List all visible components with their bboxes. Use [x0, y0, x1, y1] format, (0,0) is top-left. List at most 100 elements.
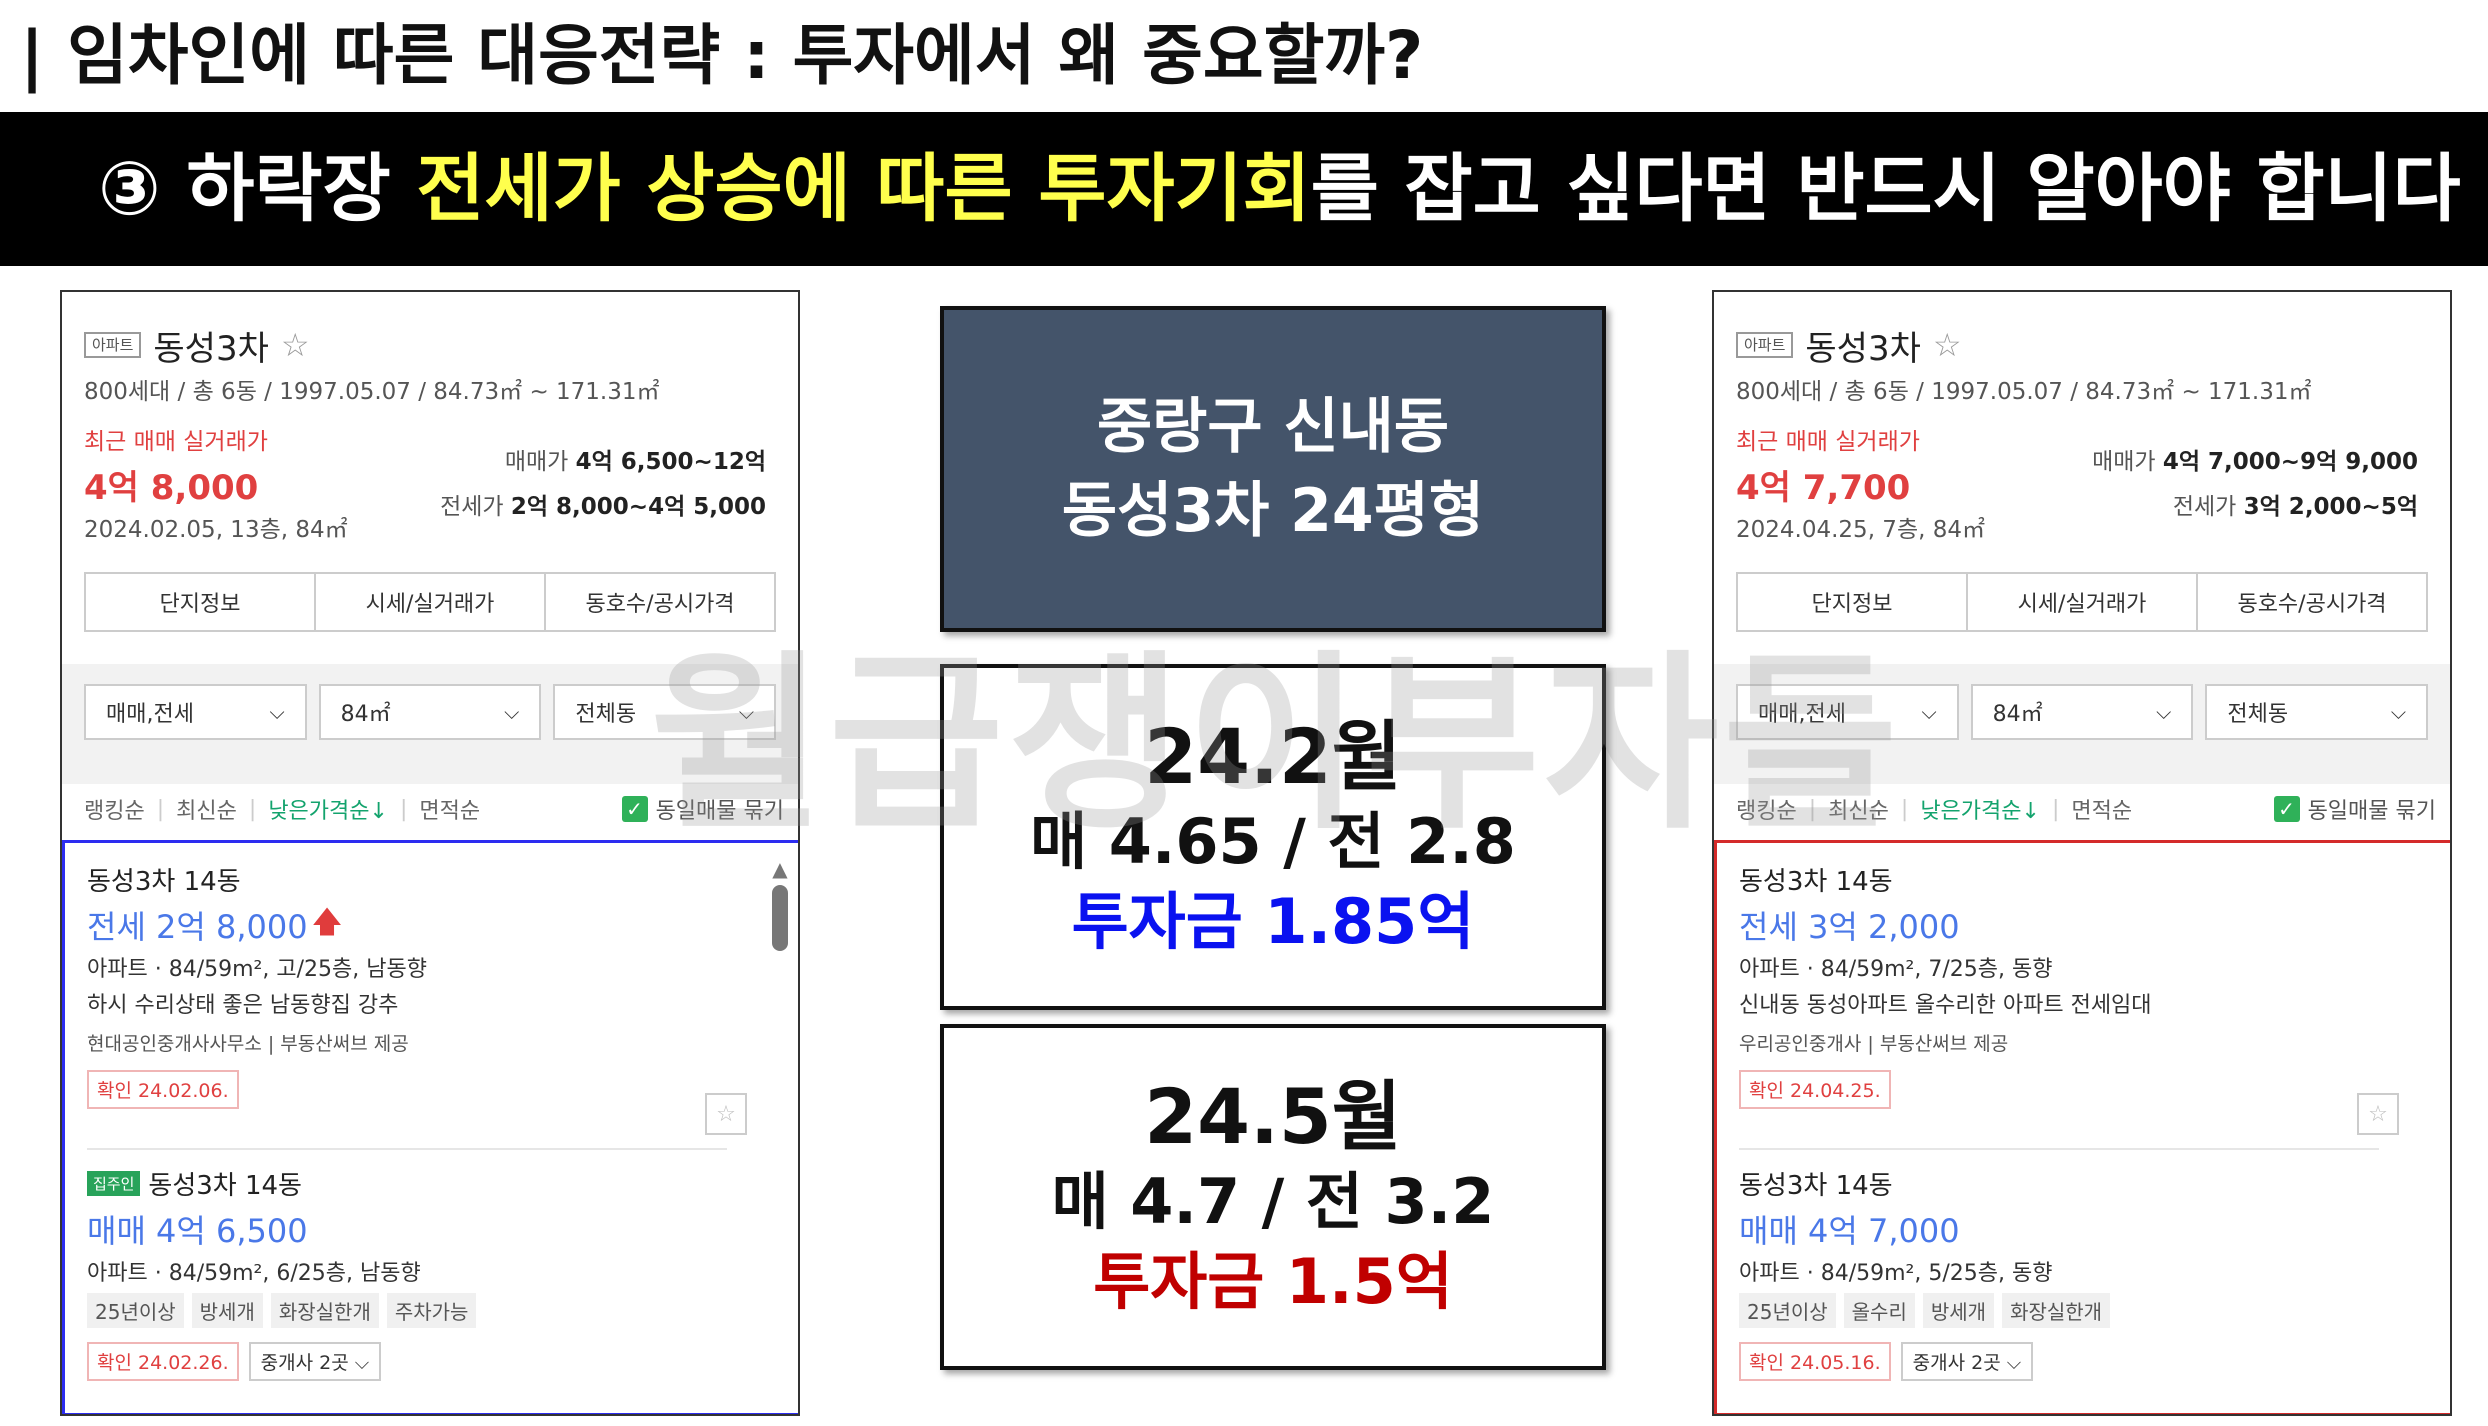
listing-detail: 아파트 · 84/59m², 6/25층, 남동향 — [87, 1261, 421, 1286]
sale-range-value: 4억 7,000~9억 9,000 — [2162, 449, 2418, 475]
building-value: 전체동 — [575, 702, 637, 727]
trade-type-select[interactable]: 매매,전세 ⌵ — [84, 684, 307, 740]
sort-latest[interactable]: 최신순 — [176, 793, 237, 825]
listing-price: 매매 4억 7,000 — [1739, 1212, 1960, 1250]
complex-name: 동성3차 — [1805, 328, 1921, 369]
lease-price-range: 전세가 3억 2,000~5억 — [2173, 487, 2418, 521]
group-same-listings[interactable]: ✓ 동일매물 묶기 — [621, 793, 784, 825]
banner-suffix: 를 잡고 싶다면 반드시 알아야 합니다 — [1310, 146, 2461, 232]
group-same-listings[interactable]: ✓ 동일매물 묶기 — [2273, 793, 2436, 825]
sale-label: 매매가 — [2092, 449, 2156, 475]
listing-detail: 아파트 · 84/59m², 7/25층, 동향 — [1739, 957, 2053, 982]
tab-market-price[interactable]: 시세/실거래가 — [316, 574, 546, 630]
trade-type-select[interactable]: 매매,전세 ⌵ — [1736, 684, 1959, 740]
star-icon[interactable]: ☆ — [705, 1093, 747, 1135]
sale-label: 매매가 — [504, 449, 569, 475]
lease-range-value: 3억 2,000~5억 — [2243, 494, 2418, 520]
list-item[interactable]: 동성3차 14동 전세 3억 2,000 아파트 · 84/59m², 7/25… — [1739, 861, 2399, 1135]
sort-separator: | — [156, 796, 165, 822]
confirm-date: 확인 24.04.25. — [1739, 1070, 1891, 1109]
sale-price-range: 매매가 4억 7,000~9억 9,000 — [2092, 442, 2418, 476]
chevron-down-icon: ⌵ — [2390, 700, 2407, 724]
listing-description: 하시 수리상태 좋은 남동향집 강추 — [87, 993, 399, 1018]
sort-area[interactable]: 면적순 — [419, 793, 480, 825]
tab-unit-public-price[interactable]: 동호수/공시가격 — [2198, 574, 2426, 630]
building-select[interactable]: 전체동 ⌵ — [553, 684, 777, 740]
building-select[interactable]: 전체동 ⌵ — [2205, 684, 2429, 740]
apartment-tag: 아파트 — [84, 332, 142, 358]
complex-tabs: 단지정보 시세/실거래가 동호수/공시가격 — [1736, 572, 2428, 632]
star-icon[interactable]: ☆ — [1933, 326, 1962, 364]
sort-low-price[interactable]: 낮은가격순↓ — [1920, 793, 2040, 825]
sort-separator: | — [248, 796, 257, 822]
agents-dropdown[interactable]: 중개사 2곳 ⌵ — [248, 1342, 382, 1381]
feature-chip: 방세개 — [191, 1293, 263, 1328]
listing-list: ▲ 동성3차 14동 전세 2억 8,000 🡅 아파트 · 84/59m², 고… — [62, 840, 798, 1414]
sort-ranking[interactable]: 랭킹순 — [84, 793, 145, 825]
group-same-listings-label: 동일매물 묶기 — [2307, 799, 2436, 824]
area-value: 84㎡ — [340, 702, 391, 727]
list-item[interactable]: 동성3차 14동 매매 4억 7,000 아파트 · 84/59m², 5/25… — [1739, 1165, 2399, 1381]
recent-deal-label: 최근 매매 실거래가 — [1736, 429, 1920, 455]
building-value: 전체동 — [2227, 702, 2289, 727]
check-icon[interactable]: ✓ — [2273, 796, 2300, 822]
listing-footer: 확인 24.02.26. 중개사 2곳 ⌵ — [87, 1342, 747, 1381]
confirm-date: 확인 24.02.06. — [87, 1070, 239, 1109]
list-divider — [87, 1148, 727, 1150]
lease-label: 전세가 — [2172, 494, 2237, 520]
star-icon[interactable]: ☆ — [281, 326, 310, 364]
area-value: 84㎡ — [1992, 702, 2043, 727]
sort-bar: 랭킹순 | 최신순 | 낮은가격순↓ | 면적순 ✓ 동일매물 묶기 — [84, 784, 784, 834]
sort-low-price[interactable]: 낮은가격순↓ — [268, 793, 388, 825]
complex-name: 동성3차 — [153, 328, 269, 369]
listing-chips: 25년이상 방세개 화장실한개 주차가능 — [87, 1293, 747, 1328]
summary-price: 매 4.7 / 전 3.2 — [1051, 1165, 1495, 1238]
check-icon[interactable]: ✓ — [621, 796, 648, 822]
sort-separator: | — [1808, 796, 1817, 822]
listing-agent: 현대공인중개사사무소 | 부동산써브 제공 — [87, 1033, 409, 1055]
tab-complex-info[interactable]: 단지정보 — [86, 574, 316, 630]
agents-dropdown[interactable]: 중개사 2곳 ⌵ — [1900, 1342, 2034, 1381]
tab-market-price[interactable]: 시세/실거래가 — [1968, 574, 2198, 630]
sort-ranking[interactable]: 랭킹순 — [1736, 793, 1797, 825]
sale-range-value: 4억 6,500~12억 — [575, 449, 766, 475]
sort-separator: | — [399, 796, 408, 822]
owner-tag: 집주인 — [87, 1170, 141, 1196]
list-item[interactable]: 집주인 동성3차 14동 매매 4억 6,500 아파트 · 84/59m², 6… — [87, 1165, 747, 1381]
feature-chip: 방세개 — [1922, 1293, 1995, 1328]
list-item[interactable]: 동성3차 14동 전세 2억 8,000 🡅 아파트 · 84/59m², 고/2… — [87, 861, 747, 1135]
area-select[interactable]: 84㎡ ⌵ — [1970, 684, 2194, 740]
complex-header: 아파트 동성3차 ☆ — [1736, 320, 1962, 370]
sort-latest[interactable]: 최신순 — [1828, 793, 1889, 825]
sale-price-range: 매매가 4억 6,500~12억 — [505, 442, 766, 476]
star-icon[interactable]: ☆ — [2357, 1093, 2399, 1135]
listing-price: 매매 4억 6,500 — [87, 1212, 308, 1250]
chevron-down-icon: ⌵ — [269, 700, 285, 724]
scrollbar[interactable]: ▲ — [769, 857, 791, 951]
recent-deal-date: 2024.02.05, 13층, 84㎡ — [84, 517, 348, 543]
area-select[interactable]: 84㎡ ⌵ — [318, 684, 542, 740]
slide-title: | 임차인에 따른 대응전략 : 투자에서 왜 중요할까? — [20, 17, 1424, 94]
listing-panel-left: 아파트 동성3차 ☆ 800세대 / 총 6동 / 1997.05.07 / 8… — [60, 290, 800, 1416]
banner: ③ 하락장 전세가 상승에 따른 투자기회를 잡고 싶다면 반드시 알아야 합니… — [0, 112, 2488, 266]
confirm-date: 확인 24.05.16. — [1739, 1342, 1891, 1381]
complex-size: 동성3차 24평형 — [1061, 476, 1485, 546]
listing-price: 전세 2억 8,000 🡅 — [87, 903, 747, 947]
may-summary-card: 24.5월 매 4.7 / 전 3.2 투자금 1.5억 — [940, 1024, 1606, 1370]
summary-price: 매 4.65 / 전 2.8 — [1030, 805, 1516, 878]
sort-area[interactable]: 면적순 — [2071, 793, 2132, 825]
scroll-up-icon[interactable]: ▲ — [769, 857, 791, 881]
summary-month: 24.5월 — [1144, 1072, 1402, 1161]
listing-name: 동성3차 14동 — [148, 1170, 302, 1201]
tab-complex-info[interactable]: 단지정보 — [1738, 574, 1968, 630]
scroll-thumb[interactable] — [772, 885, 788, 951]
banner-middle — [1013, 146, 1039, 232]
group-same-listings-label: 동일매물 묶기 — [655, 799, 784, 824]
feature-chip: 올수리 — [1843, 1293, 1915, 1328]
feature-chip: 25년이상 — [1739, 1293, 1836, 1328]
feature-chip: 25년이상 — [87, 1293, 184, 1328]
listing-agent: 우리공인중개사 | 부동산써브 제공 — [1739, 1033, 2009, 1055]
complex-header: 아파트 동성3차 ☆ — [84, 320, 310, 370]
feature-chip: 주차가능 — [386, 1293, 477, 1328]
tab-unit-public-price[interactable]: 동호수/공시가격 — [546, 574, 774, 630]
